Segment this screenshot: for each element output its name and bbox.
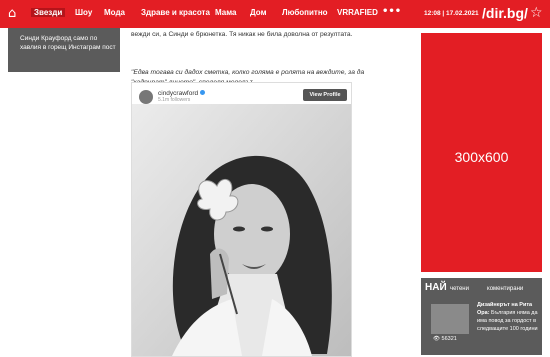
instagram-photo[interactable] bbox=[132, 104, 351, 356]
more-menu-button[interactable]: ••• bbox=[382, 6, 401, 17]
most-read-title: НАЙ bbox=[425, 282, 447, 293]
nav-item-zdrave[interactable]: Здраве и красота bbox=[141, 8, 210, 17]
datetime: 12:08 | 17.02.2021 bbox=[424, 10, 479, 17]
star-icon[interactable]: ☆ bbox=[530, 5, 543, 21]
nav-item-shou[interactable]: Шоу bbox=[75, 8, 92, 17]
nav-item-mama[interactable]: Мама bbox=[215, 8, 236, 17]
most-read-item-title[interactable]: Дизайнерът на Рита Ора: България няма да… bbox=[477, 301, 539, 333]
related-article-title[interactable]: Синди Крауфорд само по хавлия в горещ Ин… bbox=[20, 34, 120, 52]
ad-banner[interactable]: 300x600 bbox=[421, 33, 542, 272]
avatar[interactable] bbox=[139, 90, 153, 104]
ig-followers: 5.1m followers bbox=[158, 97, 191, 103]
tab-most-read[interactable]: четени bbox=[450, 286, 469, 292]
most-read-thumbnail[interactable] bbox=[431, 304, 469, 334]
nav-item-moda[interactable]: Мода bbox=[104, 8, 125, 17]
tab-most-commented[interactable]: коментирани bbox=[487, 286, 523, 292]
related-article-box[interactable]: Синди Крауфорд само по хавлия в горещ Ин… bbox=[8, 28, 120, 72]
portrait-photo bbox=[132, 104, 351, 356]
views-count: 👁 56321 bbox=[433, 336, 457, 342]
view-profile-button[interactable]: View Profile bbox=[303, 89, 347, 101]
ad-size-label: 300x600 bbox=[454, 149, 509, 165]
home-icon[interactable]: ⌂ bbox=[8, 7, 22, 21]
instagram-embed[interactable]: cindycrawford 5.1m followers View Profil… bbox=[131, 82, 352, 357]
nav-item-lyubopitno[interactable]: Любопитно bbox=[282, 8, 328, 17]
nav-item-vrrafied[interactable]: VRRAFIED bbox=[337, 8, 378, 17]
views-count-value: 56321 bbox=[441, 336, 457, 342]
article-paragraph: вежди си, а Синди е брюнетка. Тя никак н… bbox=[131, 31, 353, 38]
nav-item-zvezdi[interactable]: Звезди bbox=[31, 8, 66, 17]
verified-badge-icon bbox=[200, 90, 206, 95]
top-nav: ⌂ Звезди Шоу Мода Здраве и красота Мама … bbox=[0, 0, 550, 28]
ig-username-text: cindycrawford bbox=[158, 90, 199, 97]
nav-item-dom[interactable]: Дом bbox=[250, 8, 267, 17]
most-read-widget: НАЙ четени коментирани Дизайнерът на Рит… bbox=[421, 278, 542, 355]
site-logo[interactable]: /dir.bg/ bbox=[482, 5, 528, 21]
ig-username[interactable]: cindycrawford bbox=[158, 90, 206, 97]
